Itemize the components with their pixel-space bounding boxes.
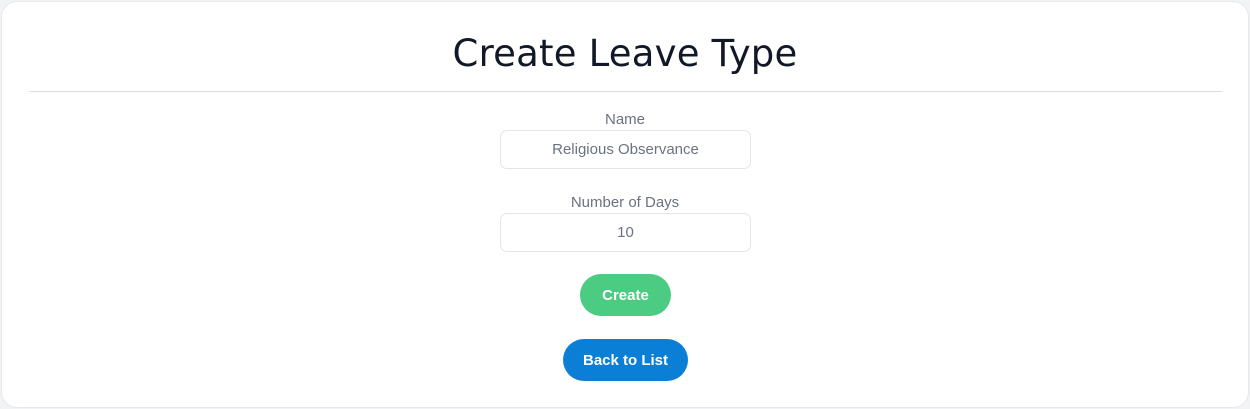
page-title: Create Leave Type [452,32,798,75]
create-button[interactable]: Create [580,274,671,316]
name-input[interactable] [500,130,751,169]
days-label: Number of Days [570,194,680,211]
form-card: Create Leave Type Name Number of Days Cr… [1,1,1249,408]
back-to-list-button[interactable]: Back to List [563,339,688,381]
days-input[interactable] [500,213,751,252]
title-divider [29,91,1222,92]
name-label: Name [604,111,645,128]
